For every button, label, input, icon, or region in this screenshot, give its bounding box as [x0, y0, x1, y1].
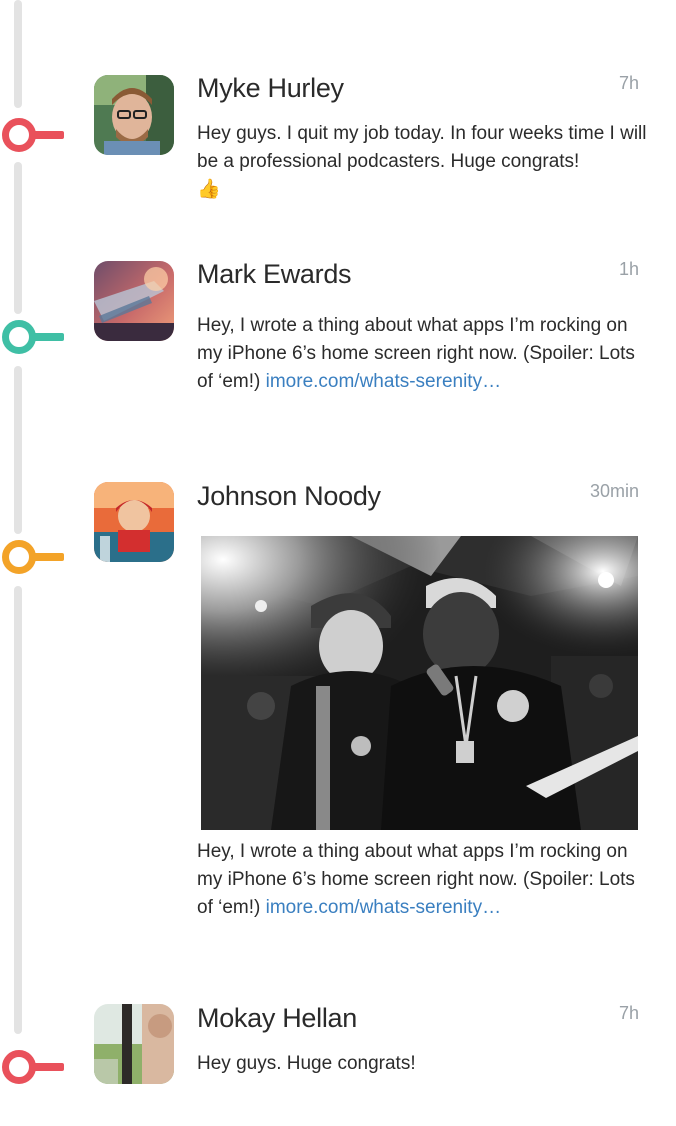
post-text: Hey guys. I quit my job today. In four w…	[197, 120, 647, 204]
post-text-content: Hey guys. Huge congrats!	[197, 1053, 416, 1074]
timeline-node-1	[2, 118, 64, 154]
post-text: Hey guys. Huge congrats!	[197, 1050, 647, 1078]
timeline-node-connector	[33, 1063, 64, 1071]
avatar-myke-hurley[interactable]	[94, 75, 174, 155]
timeline-node-connector	[33, 553, 64, 561]
post-link[interactable]: imore.com/whats-serenity…	[266, 371, 501, 392]
timeline-node-ring	[2, 320, 36, 354]
timeline-node-2	[2, 320, 64, 356]
avatar-mokay-hellan[interactable]	[94, 1004, 174, 1084]
timeline-node-connector	[33, 131, 64, 139]
avatar-johnson-noody[interactable]	[94, 482, 174, 562]
post-link[interactable]: imore.com/whats-serenity…	[266, 897, 501, 918]
timeline-node-3	[2, 540, 64, 576]
post-timestamp: 7h	[618, 1003, 639, 1023]
thumbs-up-icon: 👍	[197, 179, 221, 200]
timeline-rail-segment	[14, 0, 22, 108]
timeline-node-ring	[2, 118, 36, 152]
post-timestamp: 1h	[618, 259, 639, 279]
author-name[interactable]: Myke Hurley	[197, 73, 344, 104]
timeline-node-ring	[2, 1050, 36, 1084]
timeline-rail-segment	[14, 162, 22, 314]
timeline-node-4	[2, 1050, 64, 1086]
timeline-rail-segment	[14, 366, 22, 534]
author-name[interactable]: Johnson Noody	[197, 481, 381, 512]
post-timestamp: 30min	[589, 481, 639, 501]
timeline-node-ring	[2, 540, 36, 574]
author-name[interactable]: Mokay Hellan	[197, 1003, 357, 1034]
post-text: Hey, I wrote a thing about what apps I’m…	[197, 838, 642, 922]
post-text: Hey, I wrote a thing about what apps I’m…	[197, 312, 642, 396]
timeline-node-connector	[33, 333, 64, 341]
timeline-rail-segment	[14, 586, 22, 1034]
post-timestamp: 7h	[618, 73, 639, 93]
post-text-content: Hey guys. I quit my job today. In four w…	[197, 123, 647, 172]
concert-photo[interactable]	[201, 536, 638, 830]
avatar-mark-ewards[interactable]	[94, 261, 174, 341]
author-name[interactable]: Mark Ewards	[197, 259, 352, 290]
